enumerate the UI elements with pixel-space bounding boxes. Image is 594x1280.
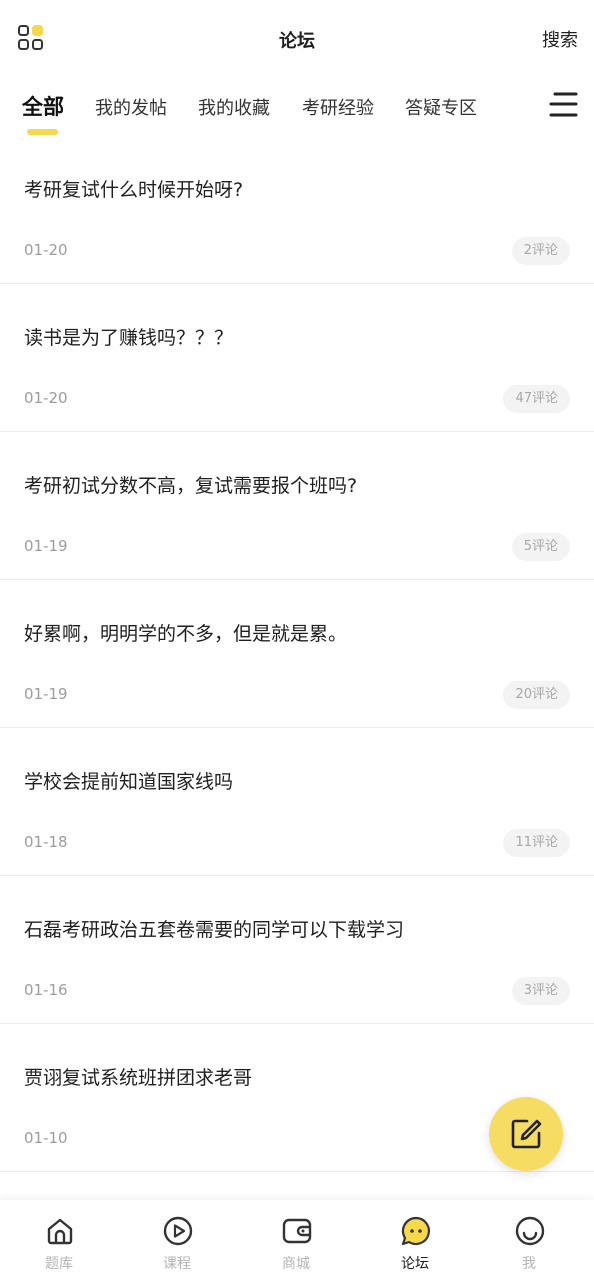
post-date: 01-20: [24, 389, 68, 407]
post-date: 01-16: [24, 981, 68, 999]
tab-my-posts[interactable]: 我的发帖: [95, 94, 167, 120]
post-item[interactable]: 读书是为了赚钱吗？？？ 01-20 47评论: [0, 284, 594, 432]
tab-qa-zone[interactable]: 答疑专区: [405, 94, 477, 120]
comment-count-badge: 5评论: [511, 533, 570, 561]
post-date: 01-20: [24, 241, 68, 259]
tab-all[interactable]: 全部: [22, 91, 64, 121]
nav-mall[interactable]: 商城: [237, 1200, 355, 1280]
post-date: 01-10: [24, 1129, 68, 1147]
comment-count-badge: 11评论: [503, 829, 570, 857]
compose-post-button[interactable]: [489, 1097, 563, 1171]
header: 论坛 搜索: [0, 0, 594, 76]
post-title: 考研复试什么时候开始呀?: [24, 179, 244, 201]
smiley-icon: [515, 1216, 545, 1246]
post-item[interactable]: 考研初试分数不高，复试需要报个班吗? 01-19 5评论: [0, 432, 594, 580]
post-item[interactable]: 石磊考研政治五套卷需要的同学可以下载学习 01-16 3评论: [0, 876, 594, 1024]
nav-me[interactable]: 我: [470, 1200, 588, 1280]
play-circle-icon: [163, 1216, 193, 1246]
nav-label: 题库: [45, 1256, 73, 1272]
post-item[interactable]: 考研复试什么时候开始呀? 01-20 2评论: [0, 136, 594, 284]
edit-icon: [511, 1119, 542, 1149]
bottom-navigation: 题库 课程 商城 论坛 我: [0, 1200, 594, 1280]
comment-count-badge: 3评论: [511, 977, 570, 1005]
nav-question-bank[interactable]: 题库: [0, 1200, 118, 1280]
tab-my-favorites[interactable]: 我的收藏: [198, 94, 270, 120]
post-date: 01-19: [24, 537, 68, 555]
post-date: 01-18: [24, 833, 68, 851]
menu-icon[interactable]: [549, 90, 579, 120]
tab-exam-experience[interactable]: 考研经验: [302, 94, 374, 120]
post-date: 01-19: [24, 685, 68, 703]
post-title: 好累啊，明明学的不多，但是就是累。: [24, 623, 348, 645]
apps-grid-icon[interactable]: [17, 24, 45, 52]
comment-count-badge: 47评论: [503, 385, 570, 413]
post-list: 考研复试什么时候开始呀? 01-20 2评论 读书是为了赚钱吗？？？ 01-20…: [0, 136, 594, 1172]
comment-count-badge: 20评论: [503, 681, 570, 709]
category-tabs: 全部 我的发帖 我的收藏 考研经验 答疑专区: [0, 78, 594, 142]
active-tab-indicator: [27, 129, 58, 135]
nav-label: 论坛: [401, 1256, 429, 1272]
post-item[interactable]: 好累啊，明明学的不多，但是就是累。 01-19 20评论: [0, 580, 594, 728]
nav-label: 课程: [163, 1256, 191, 1272]
post-title: 考研初试分数不高，复试需要报个班吗?: [24, 475, 358, 497]
post-title: 贾诩复试系统班拼团求老哥: [24, 1067, 253, 1089]
post-item[interactable]: 学校会提前知道国家线吗 01-18 11评论: [0, 728, 594, 876]
nav-label: 我: [522, 1256, 536, 1272]
comment-count-badge: 2评论: [511, 237, 570, 265]
post-title: 学校会提前知道国家线吗: [24, 771, 234, 793]
post-title: 石磊考研政治五套卷需要的同学可以下载学习: [24, 919, 405, 941]
nav-forum[interactable]: 论坛: [356, 1200, 474, 1280]
nav-label: 商城: [282, 1256, 310, 1272]
wallet-icon: [282, 1218, 312, 1244]
post-title: 读书是为了赚钱吗？？？: [24, 327, 234, 349]
page-title: 论坛: [279, 31, 315, 52]
home-icon: [47, 1218, 73, 1245]
chat-bubble-icon: [401, 1216, 431, 1246]
nav-courses[interactable]: 课程: [118, 1200, 236, 1280]
search-button[interactable]: 搜索: [542, 26, 578, 52]
